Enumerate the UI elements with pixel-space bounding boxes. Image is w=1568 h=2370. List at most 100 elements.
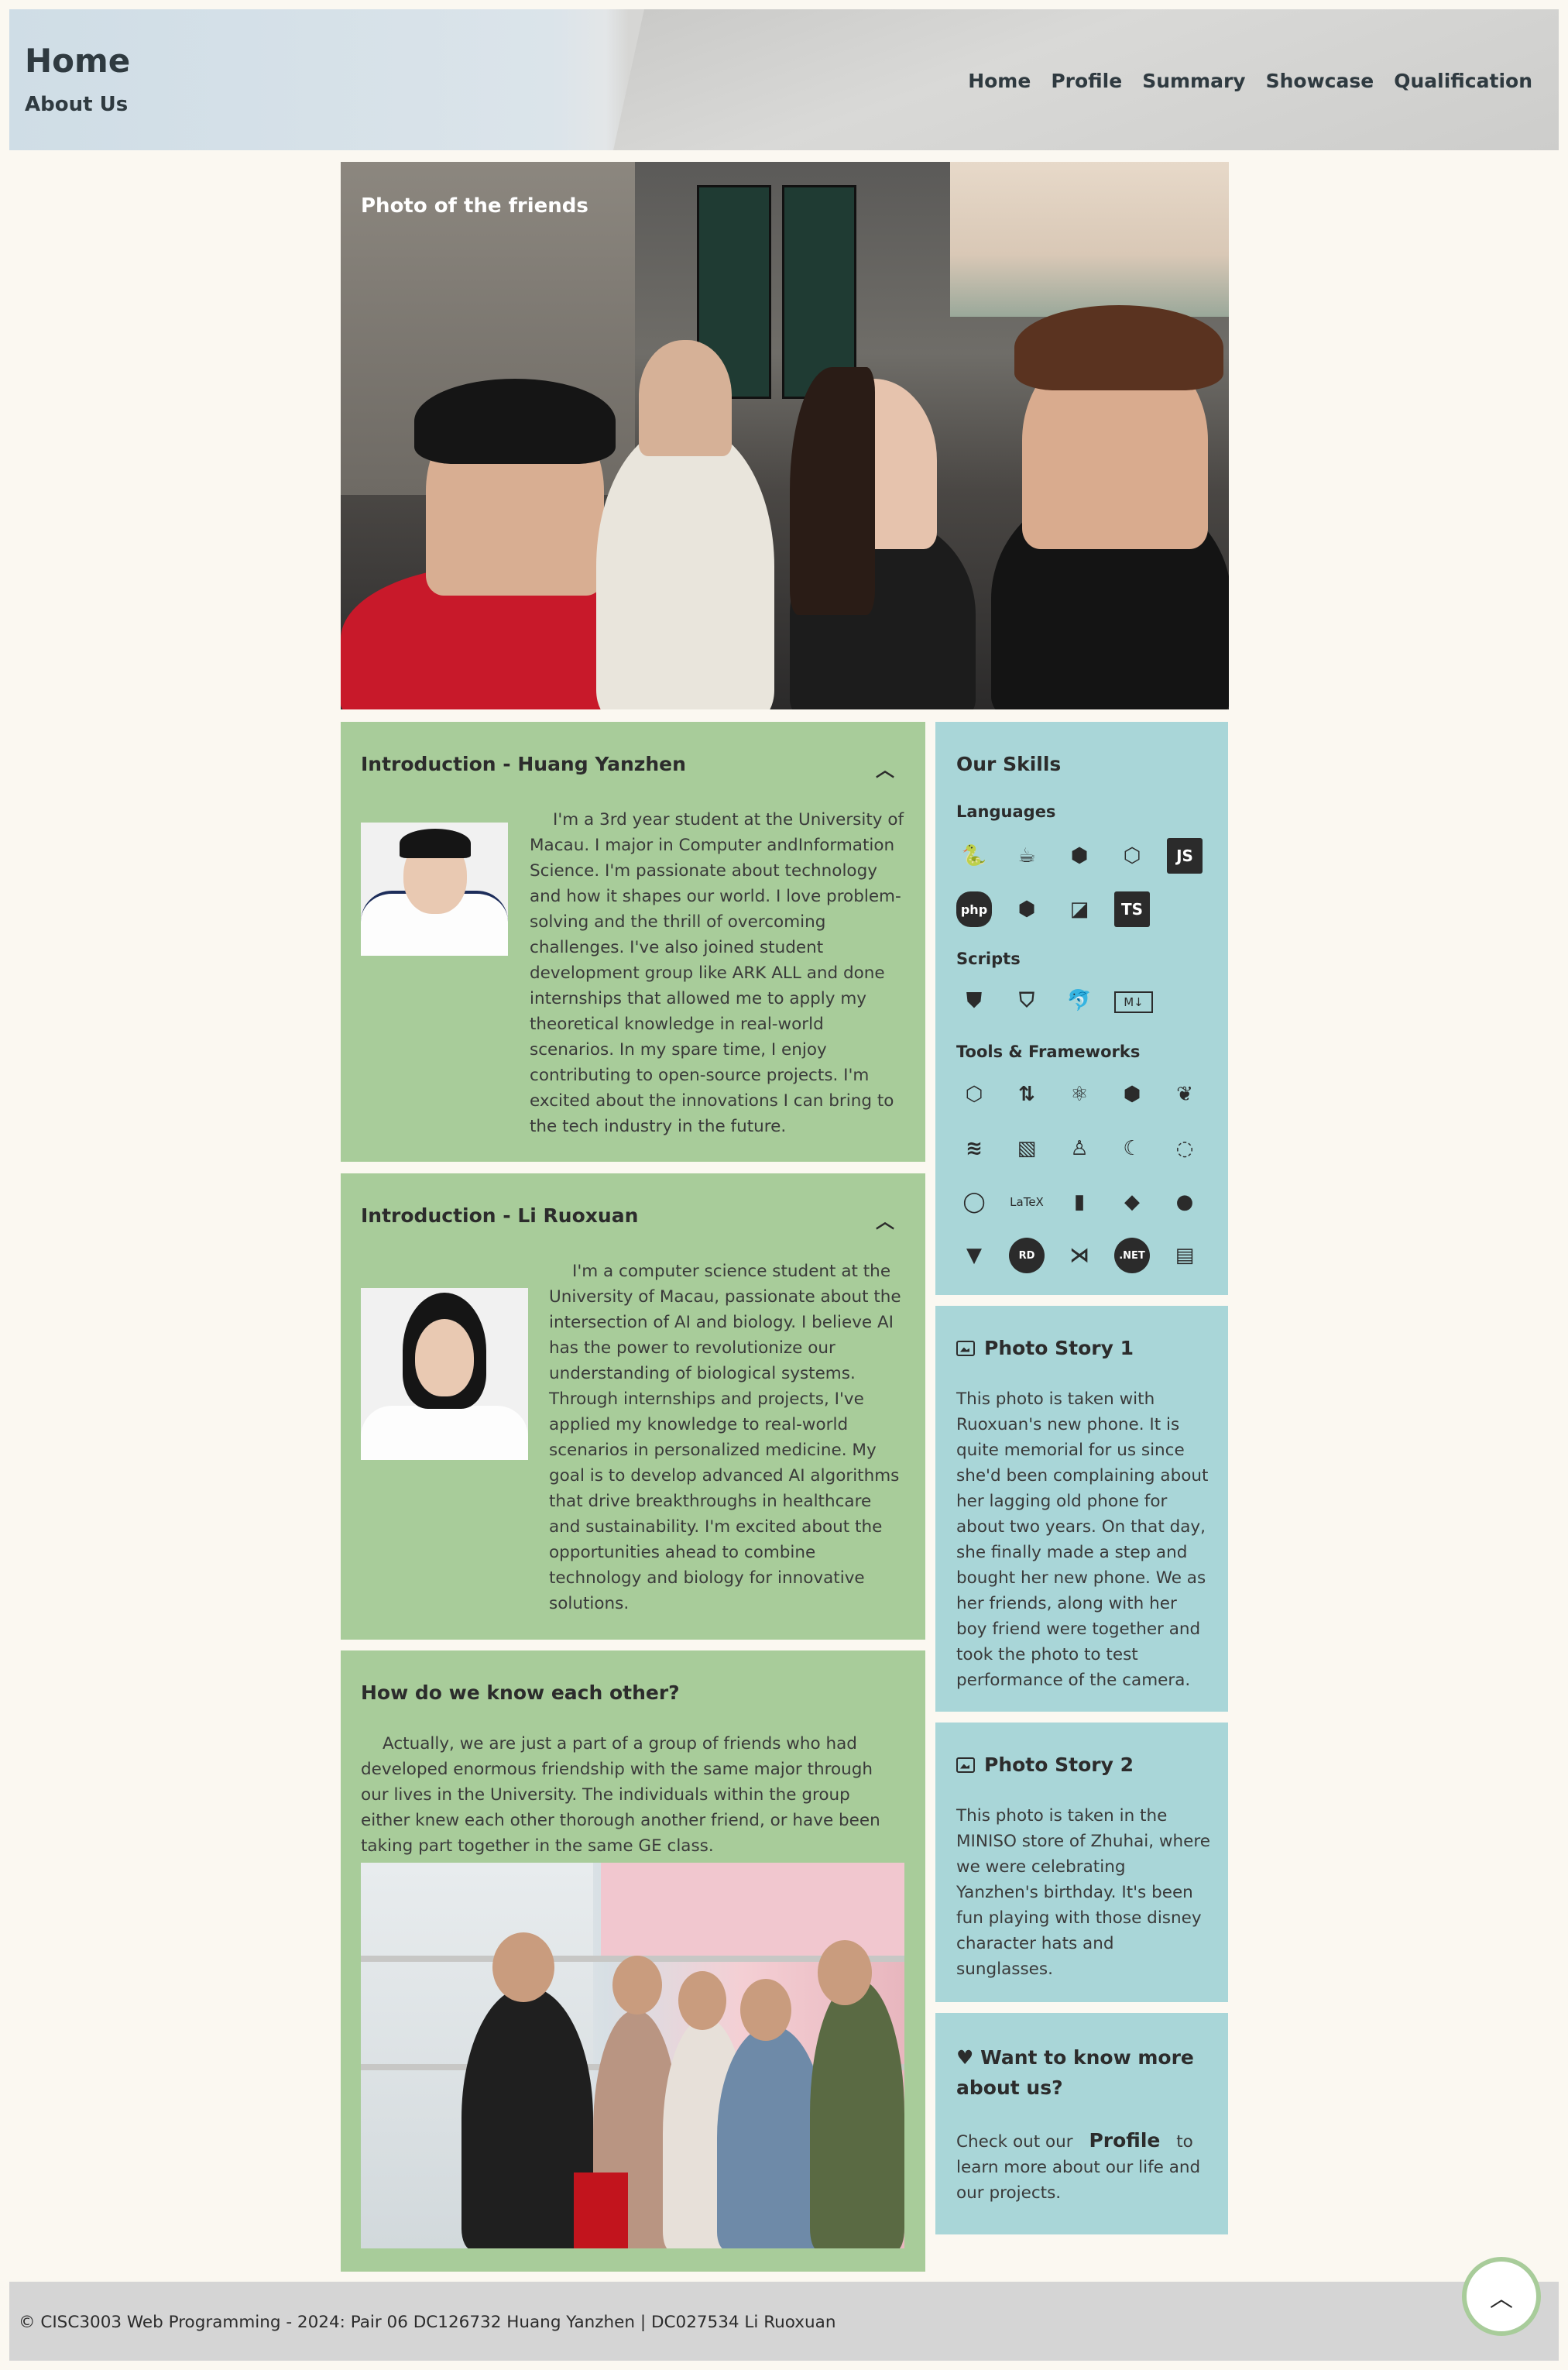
photo-sky: [950, 162, 1229, 317]
git-icon: ◆: [1124, 1190, 1140, 1214]
gitlab-icon: ▼: [966, 1244, 982, 1267]
photo-story-1-header: Photo Story 1: [956, 1337, 1134, 1359]
layers-icon: ≋: [966, 1137, 983, 1160]
skills-tools-row2: ≋ ▧ ♙ ☾ ◌: [956, 1131, 1203, 1166]
know-title: How do we know each other?: [361, 1681, 680, 1704]
portrait-li: [361, 1288, 528, 1460]
portrait-shirt: [361, 1406, 528, 1460]
skills-tools-row4: ▼ RD ⋊ .NET ▤: [956, 1238, 1203, 1273]
photo-story-1-text: This photo is taken with Ruoxuan's new p…: [956, 1389, 1209, 1690]
skills-languages-label: Languages: [956, 802, 1056, 821]
photo-story-1-title: Photo Story 1: [984, 1337, 1134, 1359]
portrait-hair: [400, 829, 471, 858]
linux-icon: ♙: [1070, 1137, 1089, 1160]
latex-icon: LaTeX: [1010, 1195, 1044, 1209]
skills-languages-row1: 🐍 ☕ ⬢ ⬡ JS: [956, 838, 1203, 874]
skills-tools-row1: ⬡ ⇅ ⚛ ⬢ ❦: [956, 1077, 1203, 1112]
javascript-icon: JS: [1167, 838, 1203, 874]
chevron-up-icon[interactable]: ︿: [876, 754, 894, 781]
nav-home[interactable]: Home: [968, 70, 1031, 92]
markdown-icon: M↓: [1114, 991, 1153, 1013]
php-icon: php: [956, 891, 992, 927]
python-icon: 🐍: [961, 844, 987, 867]
mysql-icon: 🐬: [1066, 989, 1093, 1012]
photo-head: [678, 1971, 726, 2030]
intro-text: I'm a 3rd year student at the University…: [530, 810, 904, 1136]
photo-head: [740, 1979, 791, 2041]
photo-person: [596, 425, 774, 709]
photo-person: [1014, 305, 1223, 390]
back-to-top-button[interactable]: ︿: [1462, 2257, 1541, 2336]
skills-languages-row2: php ⬢ ◪ TS: [956, 891, 1150, 927]
image-icon: [956, 1340, 975, 1356]
skills-card: Our Skills Languages 🐍 ☕ ⬢ ⬡ JS php ⬢ ◪ …: [935, 722, 1228, 1295]
c-icon: ⬡: [1123, 844, 1141, 867]
nav-showcase[interactable]: Showcase: [1266, 70, 1374, 92]
github-icon: ●: [1175, 1190, 1194, 1214]
photo-shelf-right: [601, 1863, 904, 1956]
group-photo: [361, 1863, 904, 2248]
skills-tools-label: Tools & Frameworks: [956, 1042, 1141, 1061]
loader-icon: ◯: [962, 1190, 986, 1214]
intro-title: Introduction - Li Ruoxuan: [361, 1204, 639, 1227]
know-text: Actually, we are just a part of a group …: [361, 1734, 880, 1856]
skills-scripts-row: ⛊ ⛉ 🐬 M↓: [956, 983, 1153, 1018]
typescript-icon: TS: [1114, 891, 1150, 927]
photo-person: [414, 379, 616, 464]
vscode-icon: ⋊: [1069, 1244, 1089, 1267]
photo-story-2-title: Photo Story 2: [984, 1753, 1134, 1776]
phone-icon: ▮: [1073, 1190, 1086, 1214]
dotnet-icon: .NET: [1114, 1238, 1150, 1273]
know-more-pre: Check out our: [956, 2132, 1073, 2152]
photo-story-2-text: This photo is taken in the MINISO store …: [956, 1806, 1210, 1979]
nav-qualification[interactable]: Qualification: [1394, 70, 1532, 92]
skills-title: Our Skills: [956, 753, 1062, 775]
know-more-text: Check out our Profile to learn more abou…: [956, 2128, 1212, 2206]
hexagon-icon: ⬢: [1123, 1083, 1141, 1106]
site-header: Home About Us Home Profile Summary Showc…: [9, 9, 1559, 150]
portrait-huang: [361, 823, 508, 956]
moon-icon: ☾: [1123, 1137, 1141, 1160]
nav-summary[interactable]: Summary: [1142, 70, 1245, 92]
footer-text: © CISC3003 Web Programming - 2024: Pair …: [19, 2313, 836, 2332]
illustrator-icon: ▤: [1175, 1244, 1195, 1267]
photo-head: [492, 1932, 554, 2002]
photo-story-1-card: Photo Story 1 This photo is taken with R…: [935, 1306, 1228, 1712]
intro-card-huang: Introduction - Huang Yanzhen ︿ I'm a 3rd…: [341, 722, 925, 1162]
photo-person: [810, 1979, 904, 2248]
portrait-face: [415, 1319, 474, 1396]
photo-bag: [574, 2172, 628, 2248]
skills-tools-row3: ◯ LaTeX ▮ ◆ ●: [956, 1184, 1203, 1220]
leaf-icon: ❦: [1176, 1083, 1193, 1106]
photo-head: [612, 1956, 662, 2014]
rd-icon: RD: [1009, 1238, 1045, 1273]
nav-profile[interactable]: Profile: [1051, 70, 1122, 92]
page-subtitle: About Us: [25, 93, 129, 116]
know-more-card: ♥ Want to know more about us? Check out …: [935, 2013, 1228, 2234]
java-icon: ☕: [1017, 844, 1036, 867]
know-more-header: ♥ Want to know more about us?: [956, 2042, 1212, 2103]
main-nav: Home Profile Summary Showcase Qualificat…: [968, 70, 1532, 92]
photo-head: [818, 1940, 872, 2005]
chevron-up-icon[interactable]: ︿: [876, 1206, 894, 1233]
hero-caption: Photo of the friends: [361, 194, 588, 218]
html5-icon: ⛊: [966, 988, 982, 1012]
intro-card-li: Introduction - Li Ruoxuan ︿ I'm a comput…: [341, 1173, 925, 1640]
css3-icon: ⛉: [1019, 988, 1034, 1012]
profile-link[interactable]: Profile: [1089, 2129, 1160, 2152]
photo-person: [790, 367, 875, 615]
friends-photo: Photo of the friends: [341, 162, 1229, 709]
ring-icon: ◌: [1175, 1137, 1194, 1160]
git-compare-icon: ⇅: [1018, 1083, 1035, 1106]
page-title: Home: [25, 42, 131, 80]
image-icon: [956, 1757, 975, 1773]
cpp-icon: ⬢: [1017, 898, 1036, 921]
heart-icon: ♥: [956, 2046, 974, 2069]
photo-person: [717, 2025, 825, 2248]
swift-icon: ◪: [1069, 898, 1089, 921]
csharp-icon: ⬢: [1070, 844, 1089, 867]
intro-text: I'm a computer science student at the Un…: [549, 1262, 901, 1613]
site-footer: © CISC3003 Web Programming - 2024: Pair …: [9, 2282, 1559, 2361]
chevron-up-icon: ︿: [1490, 2286, 1513, 2313]
unity-icon: ⬡: [965, 1083, 983, 1106]
